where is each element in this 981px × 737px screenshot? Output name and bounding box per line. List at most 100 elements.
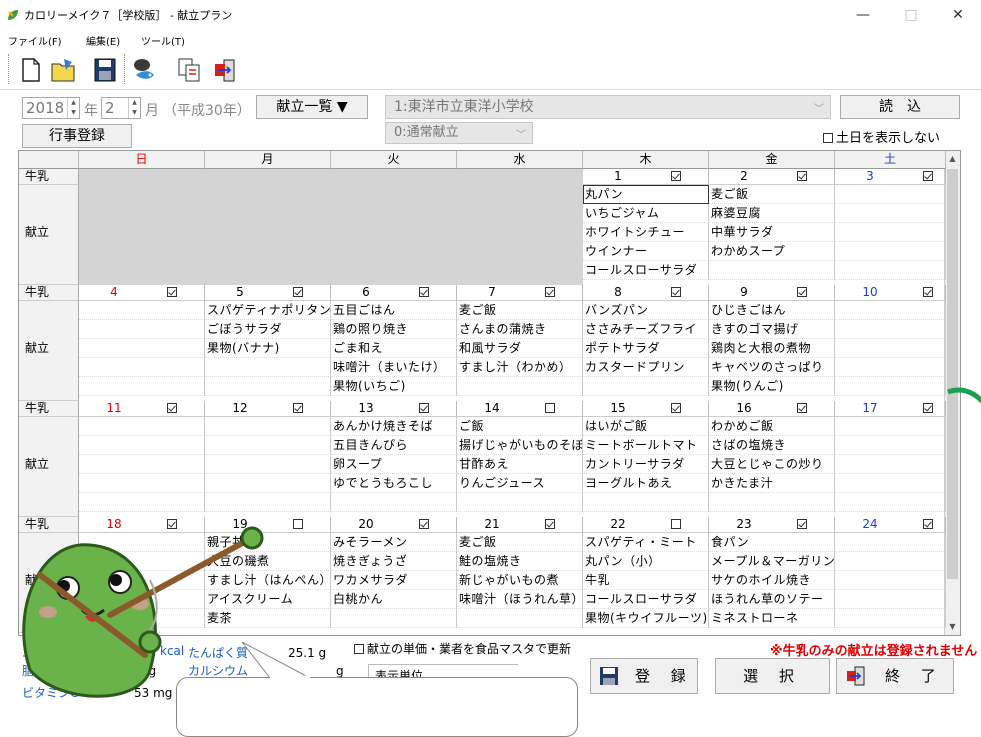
menu-item-cell[interactable]: スパゲティナポリタン — [205, 301, 331, 320]
menu-item-cell[interactable]: バンズパン — [583, 301, 709, 320]
milk-checkbox[interactable] — [167, 519, 177, 529]
milk-checkbox[interactable] — [671, 171, 681, 181]
menu-item-cell[interactable] — [583, 377, 709, 396]
menu-item-cell[interactable] — [835, 571, 946, 590]
milk-checkbox[interactable] — [293, 519, 303, 529]
food-fish-icon[interactable] — [132, 56, 158, 84]
menu-item-cell[interactable] — [709, 493, 835, 512]
menu-item-cell[interactable]: 麦ご飯 — [457, 301, 583, 320]
menu-item-cell[interactable]: ワカメサラダ — [331, 571, 457, 590]
menu-item-cell[interactable]: ミネストローネ — [709, 609, 835, 628]
menu-item-cell[interactable]: カントリーサラダ — [583, 455, 709, 474]
copy-icon[interactable] — [176, 56, 202, 84]
menu-item-cell[interactable] — [79, 455, 205, 474]
milk-checkbox[interactable] — [293, 403, 303, 413]
load-button[interactable]: 読 込 — [840, 95, 960, 119]
menu-item-cell[interactable]: サケのホイル焼き — [709, 571, 835, 590]
milk-checkbox[interactable] — [923, 171, 933, 181]
menu-type-select[interactable]: 0:通常献立 ﹀ — [385, 122, 533, 144]
menu-item-cell[interactable]: メープル＆マーガリン — [709, 552, 835, 571]
milk-checkbox[interactable] — [167, 403, 177, 413]
menu-item-cell[interactable]: 麦ご飯 — [457, 533, 583, 552]
milk-checkbox[interactable] — [671, 519, 681, 529]
menu-item-cell[interactable]: わかめスープ — [709, 242, 835, 261]
close-button[interactable]: ✕ — [935, 2, 981, 28]
scroll-thumb[interactable] — [947, 169, 958, 579]
menu-item-cell[interactable] — [79, 358, 205, 377]
menu-item-cell[interactable] — [457, 609, 583, 628]
menu-item-cell[interactable]: 和風サラダ — [457, 339, 583, 358]
open-folder-icon[interactable] — [50, 56, 76, 84]
scroll-down-icon[interactable]: ▼ — [945, 619, 960, 635]
menu-item-cell[interactable]: いちごジャム — [583, 204, 709, 223]
milk-checkbox[interactable] — [797, 519, 807, 529]
menu-item-cell[interactable] — [835, 204, 946, 223]
menu-file[interactable]: ファイル(F) — [8, 33, 62, 48]
menu-item-cell[interactable] — [709, 261, 835, 280]
milk-checkbox[interactable] — [545, 519, 555, 529]
menu-item-cell[interactable]: ホワイトシチュー — [583, 223, 709, 242]
event-register-button[interactable]: 行事登録 — [22, 124, 132, 148]
menu-item-cell[interactable] — [835, 358, 946, 377]
menu-item-cell[interactable]: 甘酢あえ — [457, 455, 583, 474]
milk-checkbox[interactable] — [797, 287, 807, 297]
menu-item-cell[interactable]: すまし汁（はんぺん） — [205, 571, 331, 590]
exit-button[interactable]: 終 了 — [836, 658, 954, 694]
menu-item-cell[interactable]: 鶏肉と大根の煮物 — [709, 339, 835, 358]
menu-item-cell[interactable]: コールスローサラダ — [583, 590, 709, 609]
menu-item-cell[interactable] — [835, 590, 946, 609]
menu-item-cell[interactable] — [79, 552, 205, 571]
day-milk-cell[interactable]: 21 — [457, 517, 583, 533]
menu-item-cell[interactable] — [205, 474, 331, 493]
menu-item-cell[interactable]: 五目きんぴら — [331, 436, 457, 455]
menu-item-cell[interactable]: 五目ごはん — [331, 301, 457, 320]
spin-arrows-icon[interactable]: ▲ ▼ — [67, 98, 79, 118]
day-milk-cell[interactable]: 1 — [583, 169, 709, 185]
menu-item-cell[interactable]: 麻婆豆腐 — [709, 204, 835, 223]
menu-item-cell[interactable]: ポテトサラダ — [583, 339, 709, 358]
select-button[interactable]: 選 択 — [715, 658, 830, 694]
menu-item-cell[interactable]: ゆでとうもろこし — [331, 474, 457, 493]
day-milk-cell[interactable]: 14 — [457, 401, 583, 417]
menu-item-cell[interactable] — [835, 223, 946, 242]
menu-item-cell[interactable] — [205, 455, 331, 474]
month-spinner[interactable]: 2 ▲ ▼ — [101, 97, 141, 119]
menu-item-cell[interactable] — [457, 493, 583, 512]
menu-item-cell[interactable] — [79, 493, 205, 512]
menu-item-cell[interactable] — [79, 571, 205, 590]
menu-item-cell[interactable]: ヨーグルトあえ — [583, 474, 709, 493]
menu-item-cell[interactable]: 丸パン — [583, 185, 709, 204]
spin-arrows-icon[interactable]: ▲ ▼ — [128, 98, 140, 118]
menu-item-cell[interactable]: 丸パン（小） — [583, 552, 709, 571]
menu-item-cell[interactable]: 麦茶 — [205, 609, 331, 628]
day-milk-cell[interactable]: 9 — [709, 285, 835, 301]
menu-item-cell[interactable]: りんごジュース — [457, 474, 583, 493]
menu-item-cell[interactable]: 味噌汁（ほうれん草） — [457, 590, 583, 609]
day-milk-cell[interactable]: 16 — [709, 401, 835, 417]
day-milk-cell[interactable]: 19 — [205, 517, 331, 533]
day-milk-cell[interactable]: 20 — [331, 517, 457, 533]
menu-item-cell[interactable]: あんかけ焼きそば — [331, 417, 457, 436]
menu-item-cell[interactable] — [331, 609, 457, 628]
menu-item-cell[interactable]: 鮭の塩焼き — [457, 552, 583, 571]
menu-item-cell[interactable] — [205, 493, 331, 512]
menu-item-cell[interactable] — [835, 301, 946, 320]
school-select[interactable]: 1:東洋市立東洋小学校 ﹀ — [385, 95, 831, 119]
menu-item-cell[interactable] — [583, 493, 709, 512]
menu-item-cell[interactable]: 果物(バナナ) — [205, 339, 331, 358]
menu-item-cell[interactable]: みそラーメン — [331, 533, 457, 552]
menu-item-cell[interactable] — [835, 339, 946, 358]
milk-checkbox[interactable] — [797, 171, 807, 181]
menu-item-cell[interactable] — [835, 185, 946, 204]
menu-item-cell[interactable]: わかめご飯 — [709, 417, 835, 436]
minimize-button[interactable]: — — [840, 2, 886, 28]
milk-checkbox[interactable] — [671, 403, 681, 413]
milk-checkbox[interactable] — [671, 287, 681, 297]
menu-item-cell[interactable]: 大豆の磯煮 — [205, 552, 331, 571]
menu-item-cell[interactable]: かきたま汁 — [709, 474, 835, 493]
menu-item-cell[interactable] — [79, 590, 205, 609]
menu-item-cell[interactable]: 果物(キウイフルーツ) — [583, 609, 709, 628]
menu-item-cell[interactable]: ミートボールトマト — [583, 436, 709, 455]
menu-item-cell[interactable] — [835, 242, 946, 261]
new-file-icon[interactable] — [18, 56, 44, 84]
